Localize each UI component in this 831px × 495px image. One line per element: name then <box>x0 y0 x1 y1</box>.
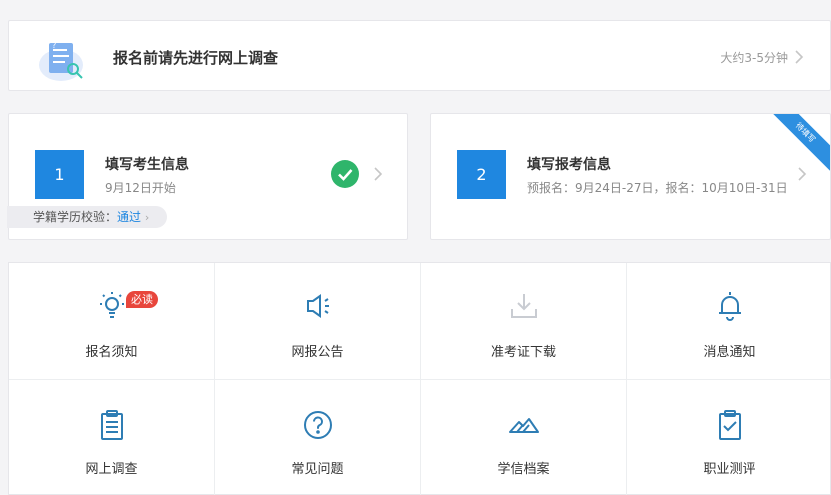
verification-status: 学籍学历校验：通过 › <box>7 206 167 228</box>
survey-title: 报名前请先进行网上调查 <box>113 49 279 67</box>
step-number: 2 <box>457 150 506 199</box>
check-circle-icon <box>331 160 359 188</box>
must-read-badge: 必读 <box>126 291 158 308</box>
menu-item-label: 网上调查 <box>85 462 138 477</box>
menu-item-archive[interactable]: 学信档案 <box>421 380 627 495</box>
speaker-icon <box>301 289 335 323</box>
clipboard-check-icon <box>713 408 747 442</box>
menu-grid: 必读 报名须知 网报公告 准考证下载 消息通知 网上调查 常见问题 学信档案 职… <box>8 262 831 495</box>
step-title: 填写报考信息 <box>527 157 611 173</box>
menu-item-label: 报名须知 <box>85 345 138 360</box>
verification-label: 学籍学历校验： <box>33 210 118 224</box>
menu-item-announcement[interactable]: 网报公告 <box>215 263 421 380</box>
clipboard-icon <box>95 408 129 442</box>
step-number: 1 <box>35 150 84 199</box>
chevron-right-icon: › <box>144 211 150 224</box>
archive-icon <box>507 408 541 442</box>
menu-item-label: 网报公告 <box>291 345 344 360</box>
chevron-right-icon <box>797 167 807 181</box>
step-title: 填写考生信息 <box>105 157 189 173</box>
step-subtitle: 预报名：9月24日-27日，报名：10月10日-31日 <box>527 181 788 195</box>
menu-item-label: 职业测评 <box>703 462 756 477</box>
menu-item-notice[interactable]: 必读 报名须知 <box>9 263 215 380</box>
step-card-1[interactable]: 1 填写考生信息 9月12日开始 学籍学历校验：通过 › <box>7 113 408 240</box>
pending-ribbon: 待填写 <box>759 114 830 179</box>
verification-link[interactable]: 通过 <box>117 210 141 224</box>
download-icon <box>507 289 541 323</box>
menu-item-label: 准考证下载 <box>490 345 556 360</box>
menu-item-messages[interactable]: 消息通知 <box>627 263 831 380</box>
chevron-right-icon <box>794 50 804 64</box>
menu-item-label: 常见问题 <box>291 462 344 477</box>
survey-illustration-icon: ? <box>37 35 89 83</box>
menu-item-label: 消息通知 <box>703 345 756 360</box>
svg-text:?: ? <box>52 41 56 50</box>
menu-item-admission-download[interactable]: 准考证下载 <box>421 263 627 380</box>
survey-banner[interactable]: ? 报名前请先进行网上调查 大约3-5分钟 <box>8 20 831 91</box>
chevron-right-icon <box>373 167 383 181</box>
step-subtitle: 9月12日开始 <box>105 181 176 195</box>
menu-item-survey[interactable]: 网上调查 <box>9 380 215 495</box>
menu-item-label: 学信档案 <box>497 462 550 477</box>
bell-icon <box>713 289 747 323</box>
question-icon <box>301 408 335 442</box>
bulb-icon <box>95 289 129 323</box>
menu-item-career-test[interactable]: 职业测评 <box>627 380 831 495</box>
menu-item-faq[interactable]: 常见问题 <box>215 380 421 495</box>
step-card-2[interactable]: 2 填写报考信息 预报名：9月24日-27日，报名：10月10日-31日 待填写 <box>430 113 831 240</box>
survey-duration: 大约3-5分钟 <box>720 51 788 65</box>
